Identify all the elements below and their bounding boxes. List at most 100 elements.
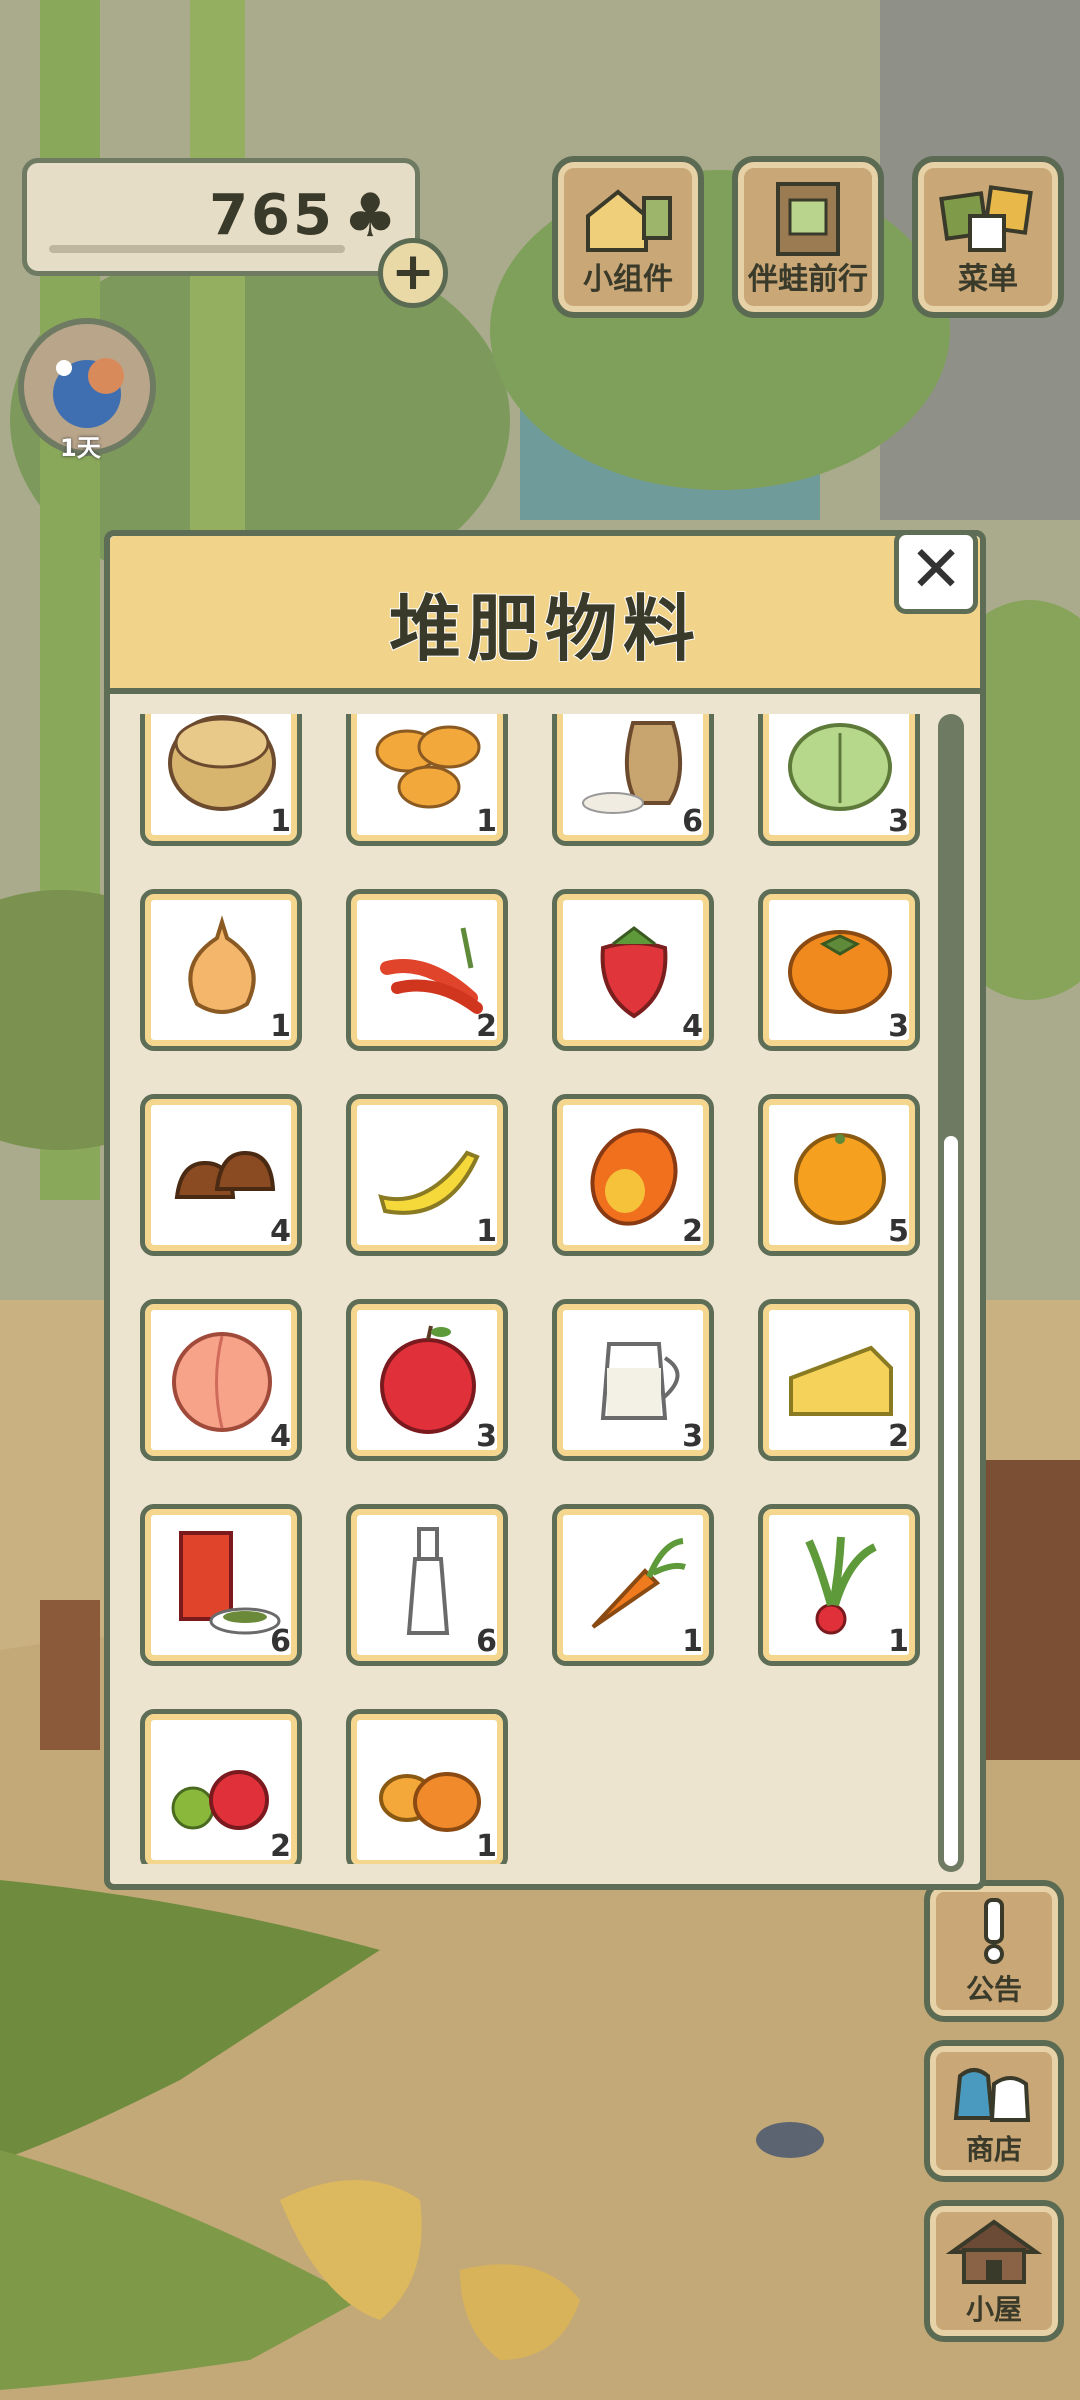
strawberry-icon xyxy=(600,926,668,1019)
rice-sack-icon xyxy=(582,721,683,814)
cheese-icon xyxy=(789,1345,893,1416)
item-cell[interactable]: 3 xyxy=(552,1299,718,1465)
glass-bottle-icon xyxy=(406,1527,450,1635)
notice-button[interactable]: 公告 xyxy=(924,1880,1064,2022)
frog-companion-icon xyxy=(776,182,840,256)
nuts-basket-icon xyxy=(168,715,276,811)
item-card[interactable]: 3 xyxy=(346,1299,508,1461)
clover-icon: ♣ xyxy=(343,181,397,251)
item-cell[interactable]: 6 xyxy=(140,1504,306,1670)
item-quantity: 6 xyxy=(270,1624,291,1659)
clover-counter: 765 ♣ xyxy=(22,158,420,276)
shop-label: 商店 xyxy=(965,2133,1022,2166)
item-cell[interactable]: 2 xyxy=(140,1709,306,1864)
item-cell[interactable]: 3 xyxy=(758,714,924,850)
item-quantity: 2 xyxy=(682,1214,703,1249)
widget-button[interactable]: 小组件 xyxy=(552,156,704,318)
item-cell[interactable]: 5 xyxy=(758,1094,924,1260)
day-label: 1天 xyxy=(60,434,101,462)
cabbage-icon xyxy=(788,723,892,811)
chestnuts-icon xyxy=(174,1150,276,1199)
radish-icon xyxy=(805,1536,877,1635)
item-cell[interactable]: 1 xyxy=(346,1094,512,1260)
item-cell[interactable]: 1 xyxy=(758,1504,924,1670)
add-clover-button[interactable]: + xyxy=(378,238,448,308)
item-card[interactable]: 1 xyxy=(552,1504,714,1666)
menu-icon xyxy=(939,185,1033,252)
dialog-title: 堆肥物料 xyxy=(388,586,701,672)
clover-count: 765 xyxy=(209,183,335,248)
peach-icon xyxy=(172,1332,272,1432)
item-quantity: 1 xyxy=(476,804,497,839)
item-card[interactable]: 4 xyxy=(140,1299,302,1461)
items-scroll-area[interactable]: 1 1 6 3 1 2 4 3 4 1 2 5 4 3 3 2 6 6 1 1 2 1 xyxy=(140,714,940,1864)
item-cell[interactable]: 4 xyxy=(552,889,718,1055)
onion-icon xyxy=(188,915,256,1014)
dialog-header: 堆肥物料 xyxy=(110,536,980,694)
item-quantity: 1 xyxy=(476,1829,497,1864)
item-card[interactable]: 6 xyxy=(552,714,714,846)
item-cell[interactable]: 2 xyxy=(758,1299,924,1465)
item-quantity: 2 xyxy=(270,1829,291,1864)
widget-icon xyxy=(586,189,672,252)
exclamation-icon xyxy=(984,1898,1004,1964)
item-cell[interactable]: 1 xyxy=(346,1709,512,1864)
item-card[interactable]: 4 xyxy=(552,889,714,1051)
item-quantity: 3 xyxy=(476,1419,497,1454)
item-cell[interactable]: 1 xyxy=(140,889,306,1055)
item-quantity: 1 xyxy=(682,1624,703,1659)
scrollbar-thumb[interactable] xyxy=(944,1136,958,1866)
house-icon xyxy=(945,2219,1043,2284)
widget-label: 小组件 xyxy=(583,262,673,297)
item-card[interactable]: 4 xyxy=(140,1094,302,1256)
item-cell[interactable]: 3 xyxy=(346,1299,512,1465)
item-quantity: 5 xyxy=(888,1214,909,1249)
item-card[interactable]: 5 xyxy=(758,1094,920,1256)
item-card[interactable]: 3 xyxy=(758,714,920,846)
item-card[interactable]: 1 xyxy=(346,1094,508,1256)
item-card[interactable]: 1 xyxy=(758,1504,920,1666)
item-cell[interactable]: 6 xyxy=(346,1504,512,1670)
item-card[interactable]: 1 xyxy=(346,714,508,846)
banana-icon xyxy=(378,1150,480,1215)
frog-companion-label: 伴蛙前行 xyxy=(748,262,868,297)
item-cell[interactable]: 1 xyxy=(552,1504,718,1670)
item-card[interactable]: 2 xyxy=(552,1094,714,1256)
item-card[interactable]: 1 xyxy=(140,889,302,1051)
house-button[interactable]: 小屋 xyxy=(924,2200,1064,2342)
item-card[interactable]: 1 xyxy=(346,1709,508,1864)
item-quantity: 1 xyxy=(888,1624,909,1659)
close-button[interactable]: ✕ xyxy=(894,530,978,614)
item-cell[interactable]: 2 xyxy=(346,889,512,1055)
frog-companion-button[interactable]: 伴蛙前行 xyxy=(732,156,884,318)
item-quantity: 1 xyxy=(270,1009,291,1044)
item-cell[interactable]: 1 xyxy=(140,714,306,850)
item-card[interactable]: 3 xyxy=(758,889,920,1051)
item-quantity: 3 xyxy=(682,1419,703,1454)
item-quantity: 2 xyxy=(888,1419,909,1454)
house-label: 小屋 xyxy=(965,2293,1022,2326)
shop-bag-icon xyxy=(953,2068,1031,2122)
item-card[interactable]: 6 xyxy=(140,1504,302,1666)
item-quantity: 3 xyxy=(888,804,909,839)
item-cell[interactable]: 3 xyxy=(758,889,924,1055)
item-cell[interactable]: 1 xyxy=(346,714,512,850)
mango-icon xyxy=(590,1128,678,1226)
item-card[interactable]: 3 xyxy=(552,1299,714,1461)
item-cell[interactable]: 4 xyxy=(140,1094,306,1260)
item-cell[interactable]: 4 xyxy=(140,1299,306,1465)
counter-underline xyxy=(49,245,345,253)
item-quantity: 6 xyxy=(682,804,703,839)
item-card[interactable]: 1 xyxy=(140,714,302,846)
item-cell[interactable]: 2 xyxy=(552,1094,718,1260)
item-quantity: 4 xyxy=(682,1009,703,1044)
item-card[interactable]: 6 xyxy=(346,1504,508,1666)
item-card[interactable]: 2 xyxy=(346,889,508,1051)
item-card[interactable]: 2 xyxy=(140,1709,302,1864)
menu-button[interactable]: 菜单 xyxy=(912,156,1064,318)
item-card[interactable]: 2 xyxy=(758,1299,920,1461)
shop-button[interactable]: 商店 xyxy=(924,2040,1064,2182)
milk-jug-icon xyxy=(600,1342,680,1420)
chili-peppers-icon xyxy=(380,927,483,1014)
item-cell[interactable]: 6 xyxy=(552,714,718,850)
